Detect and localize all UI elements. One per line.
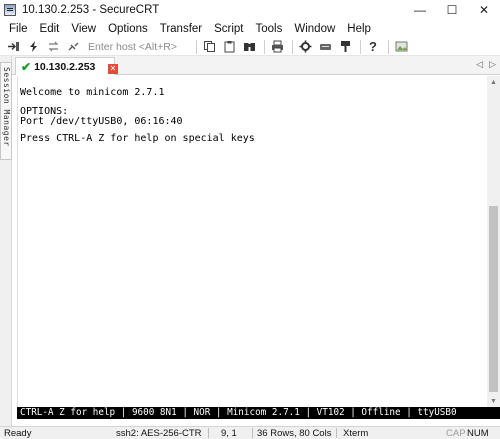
status-divider — [208, 428, 209, 438]
toolbar-separator — [360, 39, 361, 54]
scrollbar-thumb[interactable] — [489, 206, 498, 392]
status-cipher: ssh2: AES-256-CTR — [116, 428, 202, 439]
menu-window[interactable]: Window — [294, 23, 335, 35]
window-title: 10.130.2.253 - SecureCRT — [22, 4, 160, 16]
menu-options[interactable]: Options — [108, 23, 148, 35]
reconnect-icon[interactable] — [46, 40, 60, 54]
status-num-lock: NUM — [467, 428, 489, 439]
enter-host-input[interactable] — [86, 39, 194, 54]
scroll-up-icon[interactable]: ▲ — [487, 76, 500, 88]
toolbar: ? — [0, 38, 500, 56]
session-manager-tab[interactable]: Session Manager — [0, 62, 12, 160]
image-icon[interactable] — [394, 40, 408, 54]
status-terminal-size: 36 Rows, 80 Cols — [257, 428, 332, 439]
print-icon[interactable] — [270, 40, 284, 54]
session-tab-label: 10.130.2.253 — [34, 60, 96, 73]
minicom-status-text: CTRL-A Z for help | 9600 8N1 | NOR | Min… — [20, 407, 457, 418]
toolbar-separator — [196, 39, 197, 54]
close-tab-icon[interactable]: ✕ — [108, 64, 118, 74]
left-panel: Session Manager — [0, 56, 12, 426]
connected-check-icon: ✔ — [21, 59, 32, 74]
paste-icon[interactable] — [222, 40, 236, 54]
terminal-view[interactable]: Welcome to minicom 2.7.1 OPTIONS: Port /… — [17, 76, 487, 407]
terminal-scrollbar[interactable]: ▲ ▼ — [487, 76, 500, 407]
keymap-icon[interactable] — [338, 40, 352, 54]
menu-view[interactable]: View — [71, 23, 96, 35]
minimize-button[interactable]: — — [404, 0, 436, 20]
session-tab[interactable]: ✔ 10.130.2.253 ✕ — [15, 57, 118, 75]
status-bar: Ready ssh2: AES-256-CTR 9, 1 36 Rows, 80… — [0, 426, 500, 439]
menu-script[interactable]: Script — [214, 23, 243, 35]
help-icon[interactable]: ? — [366, 39, 380, 54]
terminal-line: Port /dev/ttyUSB0, 06:16:40 — [20, 116, 183, 127]
menu-transfer[interactable]: Transfer — [160, 23, 202, 35]
menu-bar: File Edit View Options Transfer Script T… — [0, 20, 500, 38]
status-divider — [336, 428, 337, 438]
scroll-down-icon[interactable]: ▼ — [487, 395, 500, 407]
terminal-line: Press CTRL-A Z for help on special keys — [20, 133, 255, 144]
global-options-icon[interactable] — [318, 40, 332, 54]
tab-scroll-left-icon[interactable]: ◁ — [476, 59, 483, 70]
session-options-icon[interactable] — [298, 40, 312, 54]
menu-file[interactable]: File — [9, 23, 28, 35]
menu-edit[interactable]: Edit — [40, 23, 60, 35]
menu-tools[interactable]: Tools — [256, 23, 283, 35]
toolbar-separator — [264, 39, 265, 54]
session-manager-label: Session Manager — [2, 67, 11, 147]
session-tab-bar: ✔ 10.130.2.253 ✕ ◁ ▷ — [12, 56, 500, 75]
terminal-line: Welcome to minicom 2.7.1 — [20, 87, 165, 98]
title-bar: 10.130.2.253 - SecureCRT — ☐ ✕ — [0, 0, 500, 20]
maximize-button[interactable]: ☐ — [436, 0, 468, 20]
quick-connect-icon[interactable] — [26, 40, 40, 54]
menu-help[interactable]: Help — [347, 23, 371, 35]
close-button[interactable]: ✕ — [468, 0, 500, 20]
status-ready: Ready — [4, 428, 32, 439]
status-emulation: Xterm — [343, 428, 369, 439]
find-icon[interactable] — [242, 40, 256, 54]
status-divider — [252, 428, 253, 438]
minicom-status-line: CTRL-A Z for help | 9600 8N1 | NOR | Min… — [17, 407, 500, 419]
securecrt-app-icon — [4, 4, 16, 16]
toolbar-separator — [292, 39, 293, 54]
connect-icon[interactable] — [6, 40, 20, 54]
toolbar-separator — [388, 39, 389, 54]
status-caps-lock: CAP — [446, 428, 466, 439]
tab-scroll-right-icon[interactable]: ▷ — [489, 59, 496, 70]
copy-icon[interactable] — [202, 40, 216, 54]
disconnect-icon[interactable] — [66, 40, 80, 54]
status-cursor-position: 9, 1 — [221, 428, 237, 439]
